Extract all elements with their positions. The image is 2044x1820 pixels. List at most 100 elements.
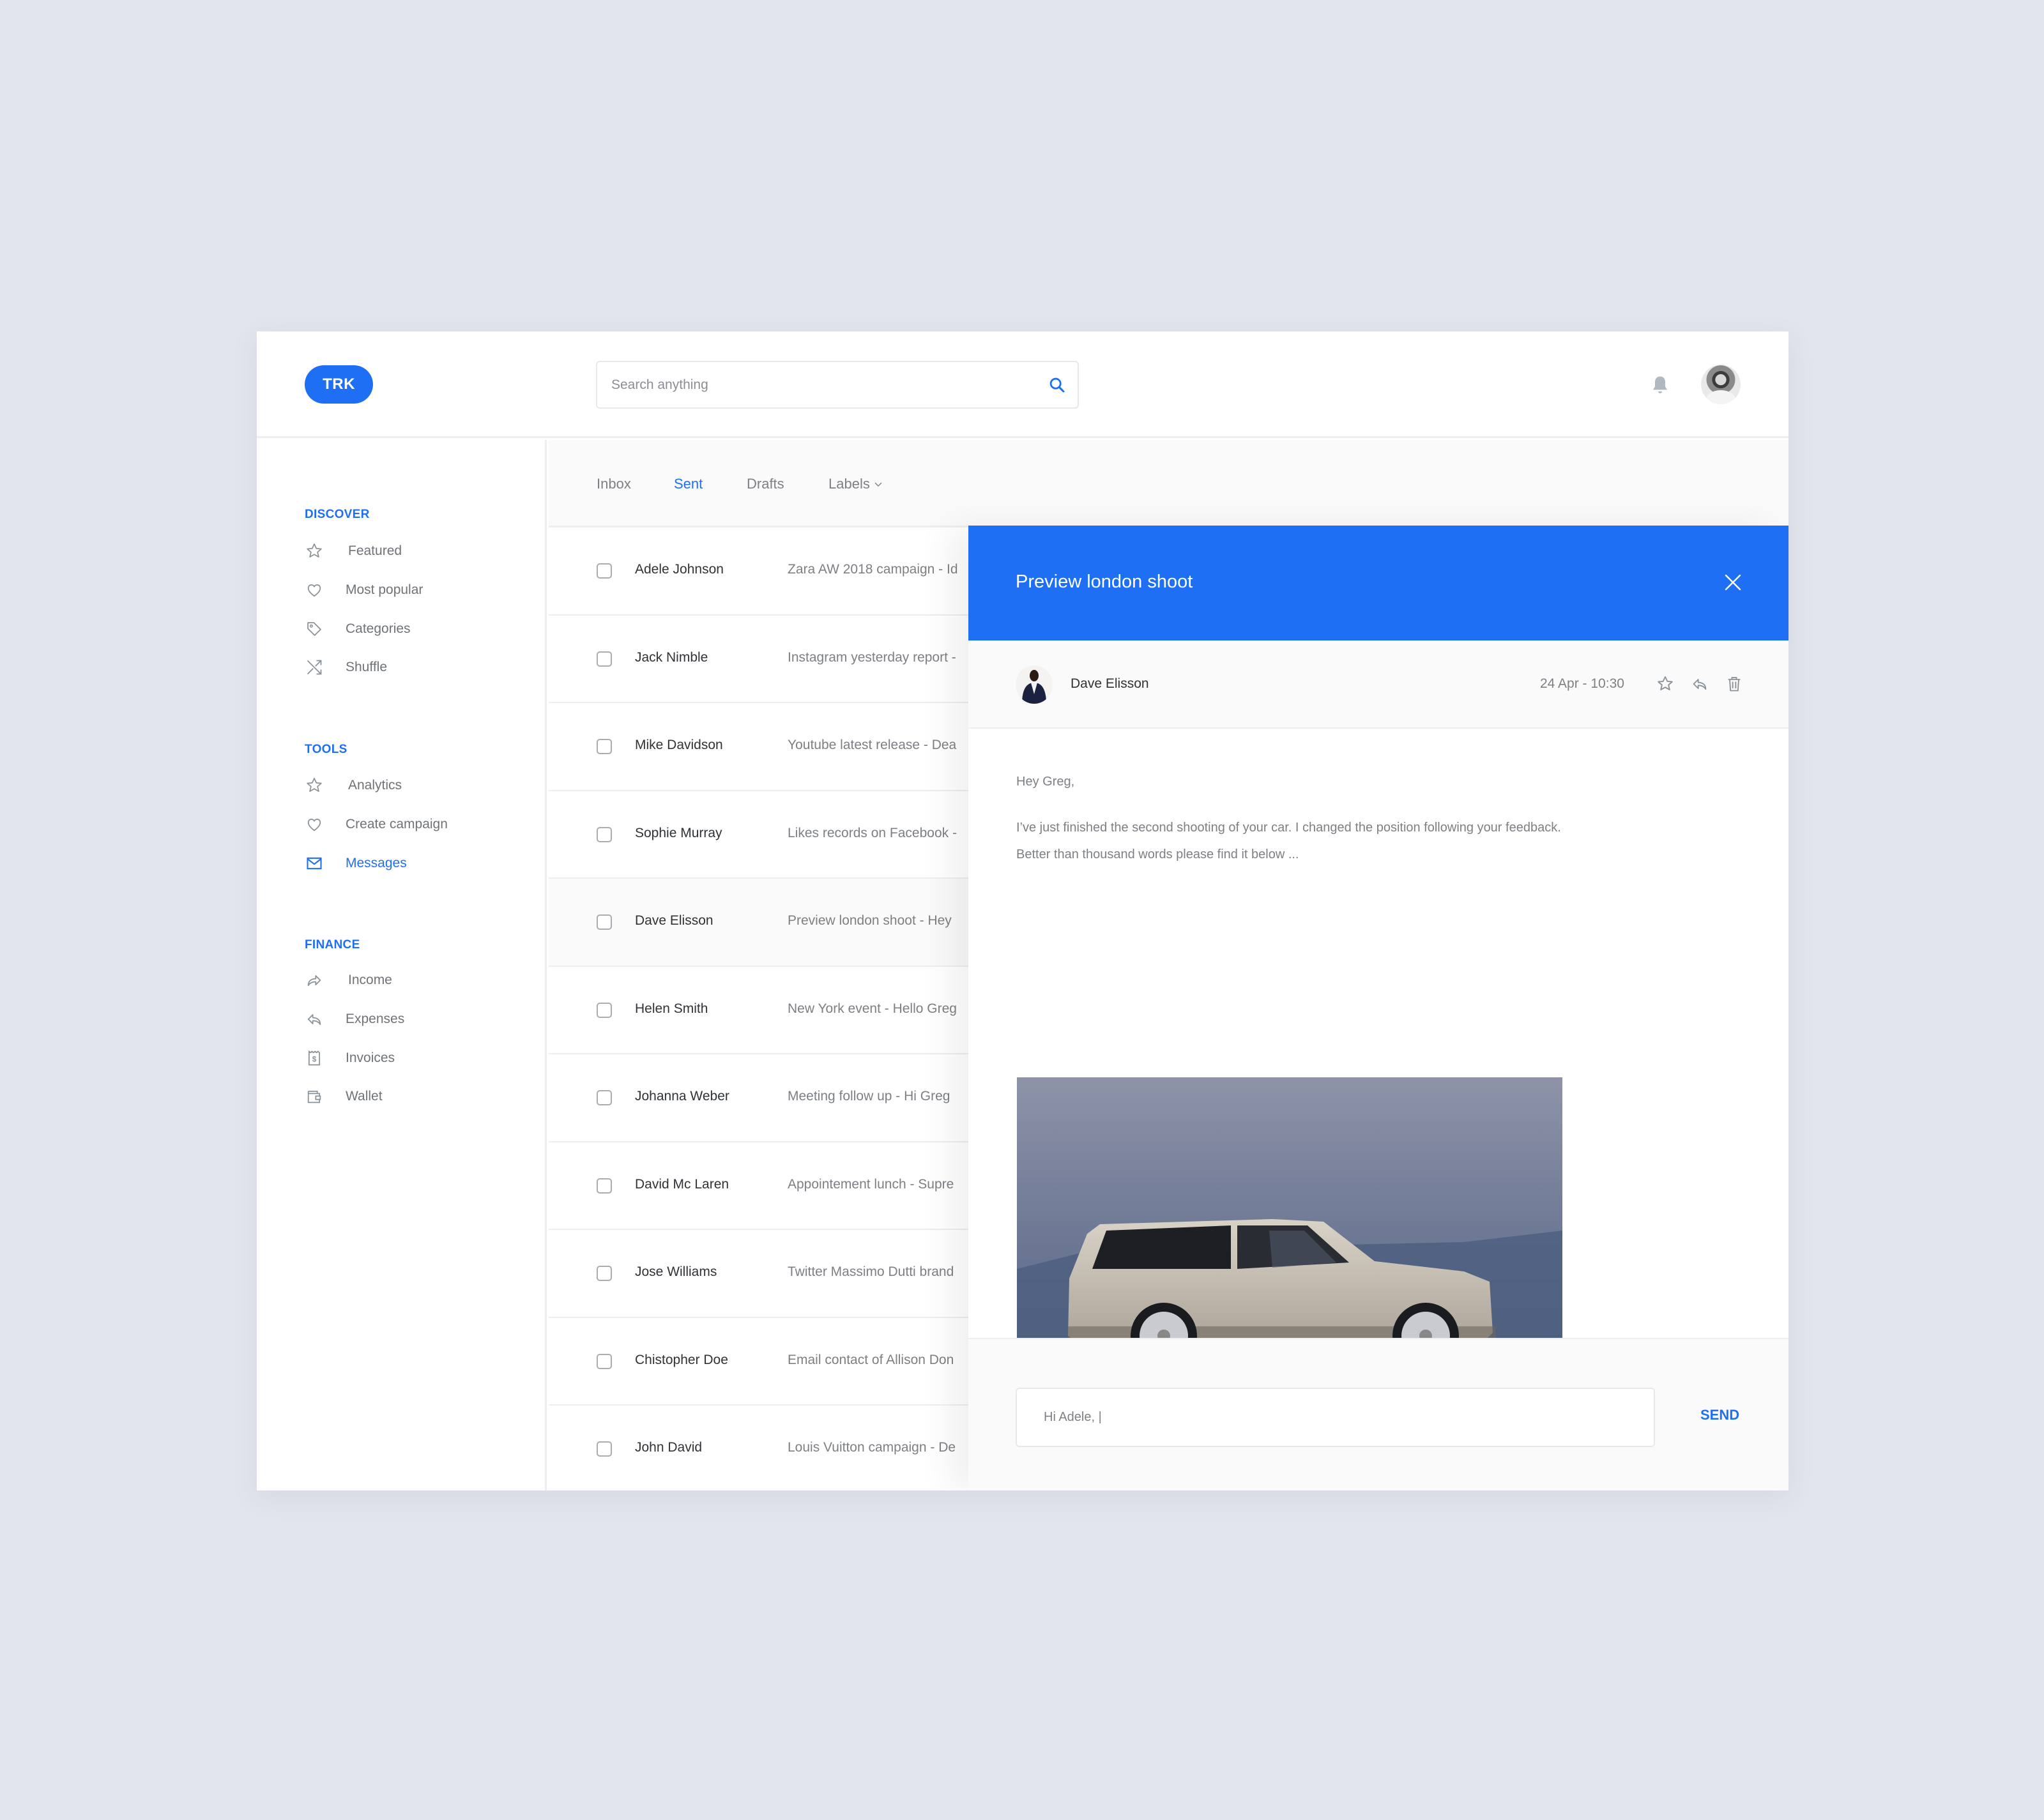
message-sender: Jose Williams: [635, 1264, 717, 1279]
message-subject: Preview london shoot - Hey: [788, 913, 952, 928]
message-subject: Appointement lunch - Supre: [788, 1176, 954, 1192]
user-avatar[interactable]: [1701, 365, 1741, 404]
sidebar: DISCOVER Featured Most popular Categorie…: [257, 440, 547, 1490]
star-icon[interactable]: [1656, 675, 1674, 693]
app-window: TRK DISCOVER Featured Most popular: [257, 331, 1788, 1490]
message-sender: Johanna Weber: [635, 1089, 729, 1103]
reply-icon[interactable]: [1691, 675, 1709, 693]
svg-text:$: $: [312, 1055, 317, 1063]
message-sender: John David: [635, 1440, 703, 1455]
sidebar-item-create-campaign[interactable]: Create campaign: [305, 812, 522, 837]
section-title-finance: FINANCE: [305, 938, 360, 952]
chevron-down-icon: [874, 482, 882, 487]
message-date: 24 Apr - 10:30: [1540, 676, 1624, 691]
sender-bar: Dave Elisson 24 Apr - 10:30: [968, 641, 1788, 729]
sidebar-item-featured[interactable]: Featured: [305, 538, 522, 564]
row-checkbox[interactable]: [597, 1266, 612, 1281]
row-checkbox[interactable]: [597, 1002, 612, 1018]
forward-arrow-icon: [305, 971, 324, 990]
star-icon: [305, 542, 324, 561]
search-input[interactable]: [611, 362, 1020, 407]
top-header: TRK: [257, 331, 1788, 438]
mail-tabs: Inbox Sent Drafts Labels: [549, 440, 1788, 529]
message-sender: Chistopher Doe: [635, 1352, 728, 1367]
sidebar-item-label: Messages: [346, 856, 407, 870]
reply-arrow-icon: [305, 1010, 324, 1029]
message-subject: Twitter Massimo Dutti brand: [788, 1264, 954, 1279]
sidebar-item-label: Featured: [348, 543, 402, 558]
trash-icon[interactable]: [1725, 675, 1743, 693]
sidebar-item-categories[interactable]: Categories: [305, 616, 522, 642]
tab-sent[interactable]: Sent: [662, 440, 715, 529]
message-subject: Louis Vuitton campaign - De: [788, 1440, 956, 1455]
sidebar-item-label: Most popular: [346, 582, 423, 597]
message-sender: Jack Nimble: [635, 649, 708, 665]
section-title-tools: TOOLS: [305, 743, 347, 756]
body-line: I’ve just finished the second shooting o…: [1016, 821, 1561, 835]
receipt-icon: $: [305, 1049, 324, 1068]
sidebar-item-wallet[interactable]: Wallet: [305, 1084, 522, 1109]
message-sender: Adele Johnson: [635, 562, 724, 577]
sender-avatar: [1016, 665, 1053, 704]
message-sender: David Mc Laren: [635, 1176, 729, 1192]
sidebar-item-label: Expenses: [346, 1012, 405, 1026]
sidebar-item-expenses[interactable]: Expenses: [305, 1006, 522, 1032]
send-button[interactable]: SEND: [1700, 1407, 1739, 1423]
row-checkbox[interactable]: [597, 914, 612, 930]
sidebar-item-messages[interactable]: Messages: [305, 851, 522, 876]
message-subject: Email contact of Allison Don: [788, 1352, 954, 1367]
heart-icon: [305, 580, 324, 600]
sender-name: Dave Elisson: [1071, 676, 1149, 691]
message-sender: Dave Elisson: [635, 913, 713, 928]
message-subject: Zara AW 2018 campaign - Id: [788, 562, 958, 577]
reply-composer: SEND: [968, 1338, 1788, 1490]
message-sender: Helen Smith: [635, 1001, 708, 1016]
sidebar-item-invoices[interactable]: $ Invoices: [305, 1045, 522, 1071]
search-box[interactable]: [596, 361, 1079, 409]
preview-title: Preview london shoot: [1016, 572, 1193, 592]
row-checkbox[interactable]: [597, 651, 612, 667]
star-icon: [305, 776, 324, 795]
preview-header: Preview london shoot: [968, 526, 1788, 641]
reply-input[interactable]: [1044, 1389, 1631, 1446]
row-checkbox[interactable]: [597, 1353, 612, 1369]
row-checkbox[interactable]: [597, 826, 612, 842]
envelope-icon: [305, 854, 324, 873]
sidebar-item-analytics[interactable]: Analytics: [305, 773, 522, 798]
bell-icon[interactable]: [1651, 375, 1670, 395]
message-subject: Youtube latest release - Dea: [788, 738, 957, 752]
row-checkbox[interactable]: [597, 739, 612, 754]
message-preview-panel: Preview london shoot Dave Elisson 24 Apr…: [968, 526, 1788, 1490]
row-checkbox[interactable]: [597, 1090, 612, 1105]
row-checkbox[interactable]: [597, 1178, 612, 1194]
shuffle-icon: [305, 658, 324, 677]
tab-inbox[interactable]: Inbox: [597, 440, 631, 527]
sidebar-item-income[interactable]: Income: [305, 967, 522, 993]
sidebar-item-label: Analytics: [348, 778, 402, 792]
section-title-discover: DISCOVER: [305, 508, 370, 521]
message-subject: Meeting follow up - Hi Greg: [788, 1089, 950, 1103]
reply-field[interactable]: [1016, 1388, 1655, 1447]
heart-icon: [305, 815, 324, 834]
sidebar-item-label: Shuffle: [346, 660, 387, 674]
sidebar-item-label: Wallet: [346, 1089, 383, 1103]
tab-labels-label: Labels: [828, 475, 870, 492]
logo[interactable]: TRK: [305, 365, 373, 404]
row-checkbox[interactable]: [597, 563, 612, 579]
sidebar-item-label: Categories: [346, 621, 411, 636]
tab-drafts[interactable]: Drafts: [747, 440, 784, 527]
message-subject: New York event - Hello Greg: [788, 1001, 957, 1016]
body-greeting: Hey Greg,: [1016, 775, 1075, 789]
sidebar-item-shuffle[interactable]: Shuffle: [305, 655, 522, 680]
body-line: Better than thousand words please find i…: [1016, 847, 1299, 861]
sidebar-item-label: Create campaign: [346, 817, 448, 831]
close-icon[interactable]: [1723, 573, 1743, 592]
tag-icon: [305, 619, 324, 639]
row-checkbox[interactable]: [597, 1441, 612, 1457]
search-icon[interactable]: [1048, 376, 1066, 394]
message-sender: Sophie Murray: [635, 825, 722, 840]
sidebar-item-label: Income: [348, 973, 392, 987]
sidebar-item-most-popular[interactable]: Most popular: [305, 577, 522, 603]
tab-labels[interactable]: Labels: [828, 440, 883, 527]
message-subject: Likes records on Facebook -: [788, 825, 957, 840]
